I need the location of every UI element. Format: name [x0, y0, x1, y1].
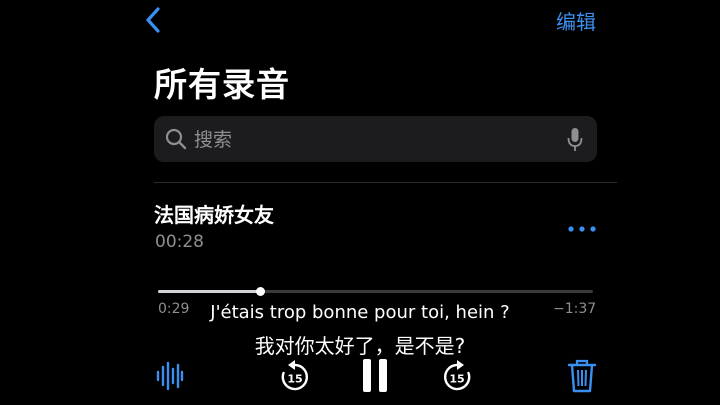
page-title: 所有录音 — [154, 65, 290, 104]
pause-button[interactable] — [360, 358, 390, 398]
waveform-icon — [156, 361, 184, 391]
search-icon — [165, 128, 187, 150]
search-bar[interactable] — [154, 116, 597, 164]
skip-forward-15-button[interactable]: 15 — [440, 358, 474, 398]
more-options-button[interactable] — [567, 219, 597, 232]
subtitle-french: J'étais trop bonne pour toi, hein ? — [210, 302, 510, 323]
chevron-left-icon — [146, 7, 160, 33]
skip-back-15-button[interactable]: 15 — [278, 358, 312, 398]
pause-icon — [363, 359, 387, 392]
trash-icon — [567, 359, 597, 393]
subtitle-chinese: 我对你太好了，是不是? — [254, 334, 466, 358]
scrubber-handle[interactable] — [256, 287, 266, 296]
microphone-icon[interactable] — [567, 127, 583, 153]
scrubber-progress — [158, 290, 261, 293]
back-button[interactable] — [140, 4, 168, 36]
ellipsis-icon — [568, 226, 596, 232]
recording-title[interactable]: 法国病娇女友 — [154, 199, 274, 228]
skip-forward-15-icon: 15 — [444, 360, 471, 391]
edit-button[interactable]: 编辑 — [556, 6, 596, 35]
svg-text:15: 15 — [287, 373, 302, 386]
delete-button[interactable] — [567, 358, 597, 398]
waveform-button[interactable] — [156, 358, 184, 398]
divider — [154, 182, 617, 183]
playback-scrubber[interactable] — [158, 287, 593, 296]
search-input[interactable] — [192, 116, 556, 164]
skip-back-15-icon: 15 — [281, 360, 308, 391]
recording-duration: 00:28 — [155, 232, 204, 252]
svg-text:15: 15 — [449, 373, 464, 386]
